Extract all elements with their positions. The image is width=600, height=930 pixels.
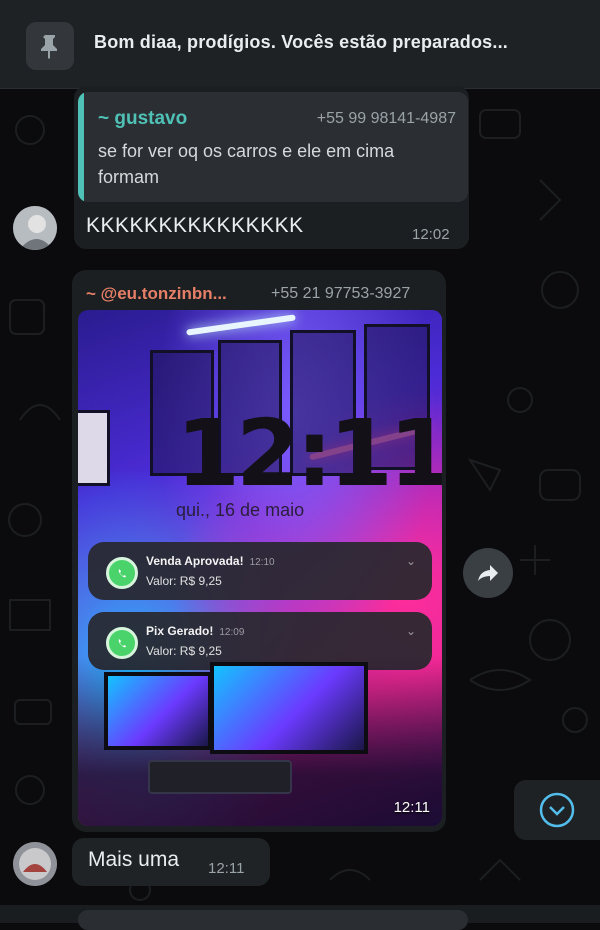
monitor — [210, 662, 368, 754]
monitor — [104, 672, 212, 750]
notification-title: Pix Gerado! 12:09 — [146, 624, 245, 638]
whatsapp-icon — [106, 557, 138, 589]
quote-sender-phone: +55 99 98141-4987 — [316, 110, 456, 127]
neon-light — [186, 314, 296, 336]
message-text: KKKKKKKKKKKKKKK — [86, 214, 304, 237]
keyboard — [148, 760, 292, 794]
shared-image[interactable]: 12:11 qui., 16 de maio Venda Aprovada! 12… — [78, 310, 442, 826]
message-time: 12:11 — [393, 799, 430, 816]
avatar[interactable] — [13, 206, 57, 250]
forward-icon — [478, 565, 498, 581]
message-time: 12:11 — [208, 860, 245, 877]
quote-sender-name: ~ gustavo — [98, 108, 188, 129]
pinned-message-text: Bom diaa, prodígios. Vocês estão prepara… — [94, 32, 508, 52]
wall-sign — [78, 410, 110, 486]
forward-button[interactable] — [463, 548, 513, 598]
chevron-down-icon: ⌄ — [405, 624, 416, 638]
sender-phone: +55 21 97753-3927 — [271, 285, 411, 302]
quote-text: se for ver oq os carros e ele em cima fo… — [98, 141, 395, 187]
pinned-message-bar[interactable]: Bom diaa, prodígios. Vocês estão prepara… — [0, 0, 600, 89]
chevron-down-icon — [539, 792, 575, 828]
pin-icon — [26, 22, 74, 70]
notification-title: Venda Aprovada! 12:10 — [146, 554, 275, 568]
lockscreen-date: qui., 16 de maio — [176, 500, 305, 520]
quote-accent-bar — [78, 92, 84, 202]
lockscreen-clock: 12:11 — [176, 400, 442, 507]
notification-card: Venda Aprovada! 12:10 Valor: R$ 9,25 ⌄ — [88, 542, 432, 600]
message-time: 12:02 — [412, 226, 450, 243]
scroll-to-bottom-button[interactable] — [514, 780, 600, 840]
message-text: Mais uma — [88, 848, 180, 871]
whatsapp-icon — [106, 627, 138, 659]
avatar[interactable] — [13, 842, 57, 886]
sender-name[interactable]: ~ @eu.tonzinbn... — [86, 284, 227, 304]
message-input[interactable] — [78, 910, 468, 930]
notification-value: Valor: R$ 9,25 — [146, 574, 222, 588]
chevron-down-icon: ⌄ — [405, 554, 416, 568]
quoted-message[interactable]: ~ gustavo +55 99 98141-4987 se for ver o… — [78, 92, 468, 202]
